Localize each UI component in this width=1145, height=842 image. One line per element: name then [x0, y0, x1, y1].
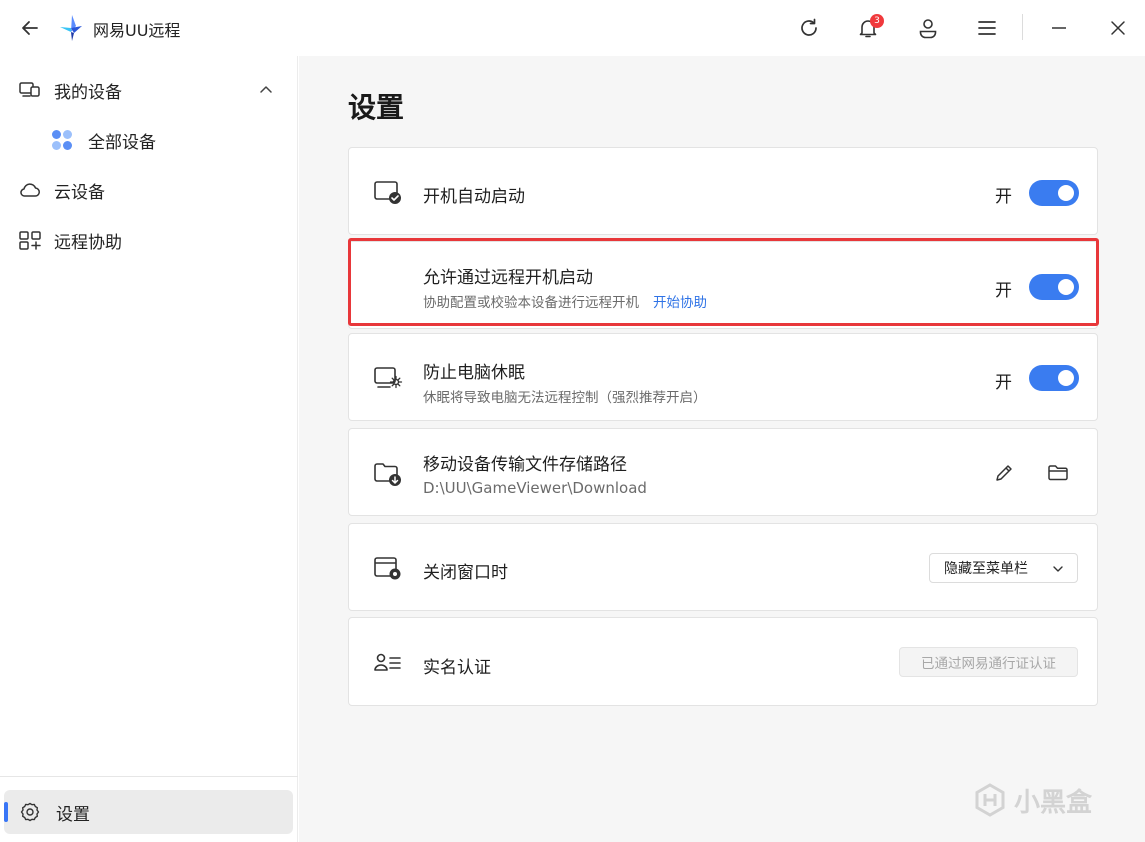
gear-icon — [18, 800, 42, 824]
setting-close-window: 关闭窗口时 隐藏至菜单栏 — [348, 523, 1098, 611]
setting-title: 允许通过远程开机启动 — [423, 268, 593, 288]
settings-panel: 设置 开机自动启动 开 允许通过远程开机启动 协助配置或校验本设备进行远程开机开… — [299, 56, 1145, 842]
open-folder-button[interactable] — [1043, 458, 1073, 488]
account-button[interactable] — [911, 12, 945, 44]
sidebar-divider — [0, 776, 298, 777]
active-indicator — [4, 802, 8, 822]
notification-badge: 3 — [870, 14, 884, 28]
folder-download-icon — [373, 459, 403, 489]
id-card-icon — [373, 648, 403, 678]
cloud-icon — [18, 178, 42, 202]
sidebar-item-all-devices[interactable]: 全部设备 — [8, 118, 292, 162]
sidebar-item-label: 我的设备 — [54, 82, 122, 103]
edit-path-button[interactable] — [989, 458, 1019, 488]
chevron-up-icon[interactable] — [256, 80, 276, 100]
refresh-icon — [801, 18, 817, 36]
titlebar-divider — [1022, 14, 1023, 40]
setting-title: 实名认证 — [423, 658, 491, 678]
setting-remote-power-on: 允许通过远程开机启动 协助配置或校验本设备进行远程开机 开始协助 开 — [348, 241, 1098, 329]
refresh-button[interactable] — [792, 12, 826, 44]
app-title: 网易UU远程 — [93, 21, 181, 40]
arrow-left-icon — [22, 21, 38, 35]
setting-prevent-sleep: 防止电脑休眠 休眠将导致电脑无法远程控制（强烈推荐开启） 开 — [348, 333, 1098, 421]
watermark-text: 小黑盒 — [1014, 787, 1093, 818]
page-title: 设置 — [348, 91, 405, 124]
setting-title: 移动设备传输文件存储路径 — [423, 455, 627, 475]
watermark: 小黑盒 — [972, 780, 1122, 820]
close-button[interactable] — [1101, 12, 1135, 44]
select-value: 隐藏至菜单栏 — [944, 561, 1028, 577]
devices-icon — [18, 78, 42, 102]
minimize-button[interactable] — [1042, 12, 1076, 44]
monitor-sun-icon — [373, 363, 403, 393]
toggle-state-label: 开 — [995, 373, 1012, 393]
watermark-logo-icon — [975, 783, 1005, 817]
title-bar: 网易UU远程 3 — [0, 0, 1145, 56]
close-window-select[interactable]: 隐藏至菜单栏 — [929, 553, 1078, 583]
app-logo — [58, 14, 84, 42]
back-button[interactable] — [14, 12, 46, 44]
sidebar-item-label: 全部设备 — [88, 132, 156, 153]
sidebar-item-my-devices[interactable]: 我的设备 — [8, 68, 292, 112]
auto-start-toggle[interactable] — [1029, 180, 1079, 206]
toggle-knob — [1058, 279, 1074, 295]
prevent-sleep-toggle[interactable] — [1029, 365, 1079, 391]
folder-icon — [1048, 465, 1068, 481]
setting-subtitle: 协助配置或校验本设备进行远程开机 开始协助 — [423, 291, 707, 311]
setting-subtitle: 休眠将导致电脑无法远程控制（强烈推荐开启） — [423, 390, 707, 406]
setting-file-path: 移动设备传输文件存储路径 D:\UU\GameViewer\Download — [348, 428, 1098, 516]
hamburger-icon — [978, 21, 996, 35]
remote-power-on-toggle[interactable] — [1029, 274, 1079, 300]
toggle-knob — [1058, 370, 1074, 386]
setting-real-name: 实名认证 已通过网易通行证认证 — [348, 617, 1098, 706]
chevron-down-icon — [1051, 562, 1065, 576]
sidebar-item-remote-assist[interactable]: 远程协助 — [8, 218, 292, 262]
notifications-button[interactable]: 3 — [851, 12, 885, 44]
sidebar: 我的设备 全部设备 云设备 远程协助 设置 — [0, 56, 298, 842]
minimize-icon — [1052, 27, 1066, 29]
assist-icon — [18, 228, 42, 252]
grid-icon — [50, 128, 74, 152]
toggle-state-label: 开 — [995, 281, 1012, 301]
setting-title: 关闭窗口时 — [423, 563, 508, 583]
close-icon — [1111, 21, 1125, 35]
sidebar-item-label: 远程协助 — [54, 232, 122, 253]
toggle-state-label: 开 — [995, 187, 1012, 207]
file-path-value: D:\UU\GameViewer\Download — [423, 479, 647, 497]
start-assist-link[interactable]: 开始协助 — [653, 295, 707, 311]
monitor-check-icon — [373, 177, 403, 207]
sidebar-item-settings[interactable]: 设置 — [4, 790, 293, 834]
user-icon — [919, 19, 937, 39]
menu-button[interactable] — [970, 12, 1004, 44]
sidebar-item-label: 设置 — [56, 804, 90, 825]
subtitle-text: 协助配置或校验本设备进行远程开机 — [423, 295, 639, 311]
setting-title: 开机自动启动 — [423, 187, 525, 207]
sidebar-item-label: 云设备 — [54, 182, 105, 203]
sidebar-item-cloud-devices[interactable]: 云设备 — [8, 168, 292, 212]
window-gear-icon — [373, 553, 403, 583]
pencil-icon — [996, 465, 1012, 481]
setting-auto-start: 开机自动启动 开 — [348, 147, 1098, 235]
setting-title: 防止电脑休眠 — [423, 363, 525, 383]
verification-status-button: 已通过网易通行证认证 — [899, 647, 1078, 677]
toggle-knob — [1058, 185, 1074, 201]
